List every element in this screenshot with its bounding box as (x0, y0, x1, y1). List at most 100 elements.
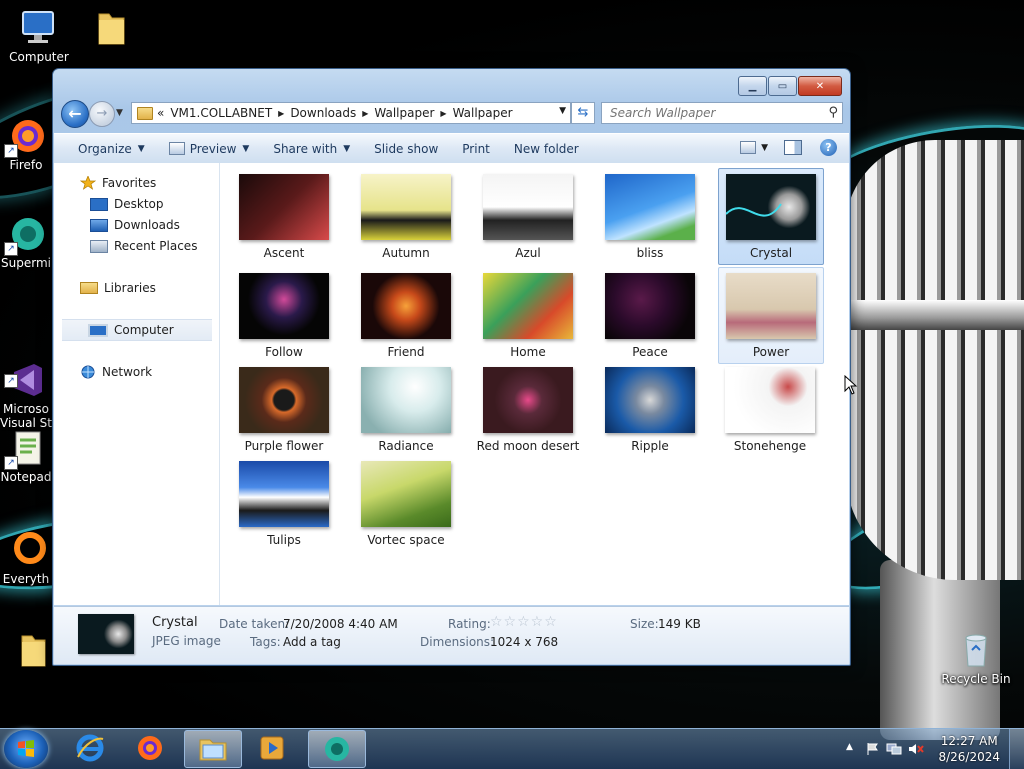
taskbar-firefox[interactable] (122, 730, 178, 766)
date-taken-label: Date taken: (219, 617, 290, 631)
file-item[interactable]: Red moon desert (476, 362, 580, 457)
preview-icon (168, 142, 185, 155)
firefox-icon: ↗ (4, 116, 46, 158)
preview-button[interactable]: Preview ▼ (168, 142, 249, 156)
forward-button[interactable]: → (89, 101, 115, 127)
view-options-dropdown-icon[interactable]: ▼ (761, 143, 768, 153)
forward-arrow-icon: → (96, 106, 108, 121)
chevron-down-icon: ▼ (343, 143, 351, 154)
nav-network[interactable]: Network (54, 362, 218, 382)
search-icon[interactable]: ⚲ (828, 105, 838, 120)
thumbnail-image (239, 174, 329, 240)
back-arrow-icon: ← (68, 104, 82, 123)
address-dropdown-icon[interactable]: ▼ (559, 106, 566, 116)
file-item[interactable]: Radiance (354, 362, 458, 457)
search-box[interactable]: ⚲ (601, 102, 843, 124)
desktop-icon-label: Notepad (0, 470, 52, 484)
tags-value[interactable]: Add a tag (283, 635, 341, 649)
taskbar-windows-explorer[interactable] (184, 730, 242, 768)
action-center-flag-icon[interactable] (866, 742, 880, 756)
address-bar[interactable]: « VM1.COLLABNET ▶ Downloads ▶ Wallpaper … (131, 102, 571, 124)
back-button[interactable]: ← (61, 100, 89, 128)
file-item[interactable]: Ripple (598, 362, 702, 457)
search-input[interactable] (608, 105, 817, 121)
thumbnail-image (725, 367, 815, 433)
refresh-icon: ⇆ (577, 105, 589, 120)
file-item[interactable]: Home (476, 268, 580, 363)
file-item-hovered[interactable]: Power (718, 267, 824, 364)
volume-muted-icon[interactable] (908, 742, 924, 756)
libraries-icon (80, 282, 98, 294)
file-item[interactable]: Vortec space (354, 456, 458, 551)
desktop-icon-label: Recycle Bin (941, 672, 1011, 686)
breadcrumb-separator-icon[interactable]: ▶ (362, 109, 368, 118)
breadcrumb-item[interactable]: Downloads (290, 106, 356, 120)
file-item[interactable]: bliss (598, 169, 702, 264)
nav-computer[interactable]: Computer (62, 319, 212, 341)
file-item[interactable]: Ascent (232, 169, 336, 264)
window-caption-buttons: ▁ ▭ ✕ (737, 76, 842, 96)
file-item[interactable]: Friend (354, 268, 458, 363)
taskbar-media-player[interactable] (244, 730, 300, 766)
clock[interactable]: 12:27 AM 8/26/2024 (938, 733, 1000, 765)
show-desktop-button[interactable] (1009, 729, 1024, 769)
file-item[interactable]: Peace (598, 268, 702, 363)
maximize-button[interactable]: ▭ (768, 76, 797, 96)
close-button[interactable]: ✕ (798, 76, 842, 96)
nav-desktop-label: Desktop (114, 197, 164, 211)
nav-favorites[interactable]: Favorites (54, 173, 218, 193)
recent-pages-dropdown[interactable]: ▼ (116, 108, 123, 118)
breadcrumb-item[interactable]: Wallpaper (453, 106, 513, 120)
nav-recent-places[interactable]: Recent Places (54, 236, 218, 256)
network-status-icon[interactable] (886, 742, 902, 756)
help-icon[interactable]: ? (820, 139, 837, 156)
desktop-icon-label: Everyth (2, 572, 50, 586)
desktop-icon (90, 197, 108, 211)
taskbar-supermium[interactable] (308, 730, 366, 768)
desktop-icon-recycle-bin[interactable]: Recycle Bin (936, 630, 1016, 686)
nav-libraries[interactable]: Libraries (54, 278, 218, 298)
share-with-button[interactable]: Share with ▼ (273, 142, 350, 156)
folder-icon (8, 630, 48, 670)
file-item[interactable]: Autumn (354, 169, 458, 264)
date-taken-value[interactable]: 7/20/2008 4:40 AM (283, 617, 398, 631)
breadcrumb-item[interactable]: Wallpaper (374, 106, 434, 120)
file-item[interactable]: Stonehenge (718, 362, 822, 457)
rating-stars[interactable]: ☆☆☆☆☆ (490, 614, 558, 630)
file-item[interactable]: Azul (476, 169, 580, 264)
everything-icon (6, 530, 46, 570)
minimize-icon: ▁ (748, 80, 757, 92)
slide-show-button[interactable]: Slide show (374, 142, 438, 156)
file-name: Crystal (749, 246, 793, 260)
desktop-icon-computer[interactable]: Computer (3, 8, 75, 64)
file-name: Peace (632, 345, 668, 359)
file-item[interactable]: Purple flower (232, 362, 336, 457)
organize-button[interactable]: Organize ▼ (78, 142, 145, 156)
taskbar-internet-explorer[interactable] (62, 730, 118, 766)
show-hidden-icons-button[interactable]: ▲ (846, 742, 853, 752)
thumbnail-image (605, 174, 695, 240)
preview-pane-icon[interactable] (784, 140, 802, 155)
nav-downloads[interactable]: Downloads (54, 215, 218, 235)
print-button[interactable]: Print (462, 142, 490, 156)
file-name: bliss (636, 246, 664, 260)
start-button[interactable] (4, 730, 48, 768)
file-item-selected[interactable]: Crystal (718, 168, 824, 265)
explorer-window[interactable]: ▁ ▭ ✕ ← → ▼ « VM1.COLLABNET ▶ Downloads … (52, 68, 858, 666)
breadcrumb-item[interactable]: VM1.COLLABNET (170, 106, 272, 120)
internet-explorer-icon (76, 734, 104, 762)
file-item[interactable]: Tulips (232, 456, 336, 551)
downloads-icon (90, 218, 108, 232)
address-overflow[interactable]: « (157, 106, 164, 120)
change-view-icon[interactable] (740, 141, 757, 154)
new-folder-button[interactable]: New folder (514, 142, 579, 156)
shortcut-arrow-icon: ↗ (4, 456, 18, 470)
breadcrumb-separator-icon[interactable]: ▶ (278, 109, 284, 118)
refresh-button[interactable]: ⇆ (571, 102, 595, 124)
details-file-type: JPEG image (152, 634, 221, 648)
nav-desktop[interactable]: Desktop (54, 194, 218, 214)
breadcrumb-separator-icon[interactable]: ▶ (440, 109, 446, 118)
file-item[interactable]: Follow (232, 268, 336, 363)
desktop-icon-folder[interactable] (75, 8, 147, 50)
minimize-button[interactable]: ▁ (738, 76, 767, 96)
